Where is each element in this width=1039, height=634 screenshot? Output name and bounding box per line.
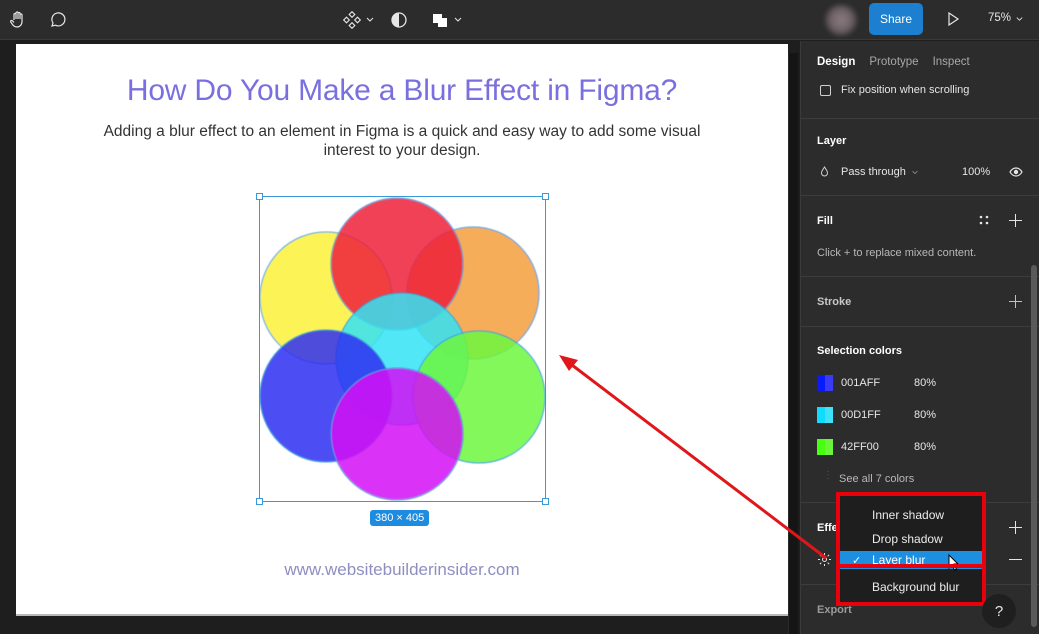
- color-opacity[interactable]: 80%: [914, 409, 936, 421]
- eye-icon[interactable]: [1009, 167, 1023, 177]
- fill-section: Fill Click + to replace mixed content.: [801, 196, 1039, 277]
- color-swatch[interactable]: [817, 375, 833, 391]
- fill-title: Fill: [817, 215, 833, 227]
- tab-inspect[interactable]: Inspect: [933, 56, 970, 68]
- remove-effect-button[interactable]: [1009, 553, 1023, 567]
- help-icon: ?: [994, 602, 1004, 620]
- panel-scrollbar[interactable]: [1031, 265, 1037, 627]
- panel-tabs: Design Prototype Inspect: [817, 56, 970, 68]
- effects-title: Effe: [817, 522, 838, 534]
- menu-item-background-blur[interactable]: Background blur: [840, 575, 982, 599]
- color-opacity[interactable]: 80%: [914, 441, 936, 453]
- add-fill-button[interactable]: [1009, 214, 1023, 228]
- see-all-colors-link[interactable]: See all 7 colors: [839, 473, 914, 485]
- chevron-down-icon: [912, 170, 918, 175]
- layer-section: Layer Pass through 100%: [801, 119, 1039, 196]
- circle-purple[interactable]: [330, 367, 464, 501]
- menu-item-drop-shadow[interactable]: Drop shadow: [840, 527, 982, 551]
- color-swatch[interactable]: [817, 407, 833, 423]
- add-stroke-button[interactable]: [1009, 295, 1023, 309]
- fix-position-checkbox[interactable]: [820, 85, 831, 96]
- layer-title: Layer: [817, 135, 847, 147]
- blend-mode-icon: [820, 166, 829, 177]
- style-grid-icon[interactable]: [979, 215, 989, 225]
- menu-item-label: Inner shadow: [872, 508, 945, 522]
- selection-colors-section: Selection colors 001AFF 80% 00D1FF 80% 4…: [801, 327, 1039, 503]
- color-hex[interactable]: 00D1FF: [841, 409, 881, 421]
- selection-colors-title: Selection colors: [817, 345, 902, 357]
- menu-item-label: Background blur: [872, 580, 960, 594]
- color-opacity[interactable]: 80%: [914, 377, 936, 389]
- color-hex[interactable]: 001AFF: [841, 377, 880, 389]
- panel-header-section: Design Prototype Inspect Fix position wh…: [801, 41, 1039, 119]
- stroke-section: Stroke: [801, 277, 1039, 327]
- add-effect-button[interactable]: [1009, 521, 1023, 535]
- fix-position-label: Fix position when scrolling: [841, 84, 970, 96]
- color-hex[interactable]: 42FF00: [841, 441, 879, 453]
- drag-handle-icon: ⋮: [823, 470, 833, 481]
- help-button[interactable]: ?: [982, 594, 1016, 628]
- tab-prototype[interactable]: Prototype: [869, 56, 918, 68]
- effect-sun-icon[interactable]: [817, 552, 832, 567]
- mouse-cursor-icon: [948, 554, 960, 571]
- layer-opacity[interactable]: 100%: [962, 166, 990, 178]
- stroke-title: Stroke: [817, 296, 852, 308]
- tab-design[interactable]: Design: [817, 56, 855, 68]
- color-swatch[interactable]: [817, 439, 833, 455]
- blend-mode-value: Pass through: [841, 166, 906, 178]
- highlight-divider: [836, 564, 986, 568]
- dimensions-badge: 380 × 405: [370, 510, 430, 526]
- blend-mode-dropdown[interactable]: Pass through: [841, 166, 919, 178]
- menu-item-label: Drop shadow: [872, 532, 943, 546]
- effect-type-menu: Inner shadow Drop shadow ✓ Layer blur Ba…: [836, 492, 986, 606]
- fill-message: Click + to replace mixed content.: [817, 247, 977, 259]
- menu-item-inner-shadow[interactable]: Inner shadow: [840, 503, 982, 527]
